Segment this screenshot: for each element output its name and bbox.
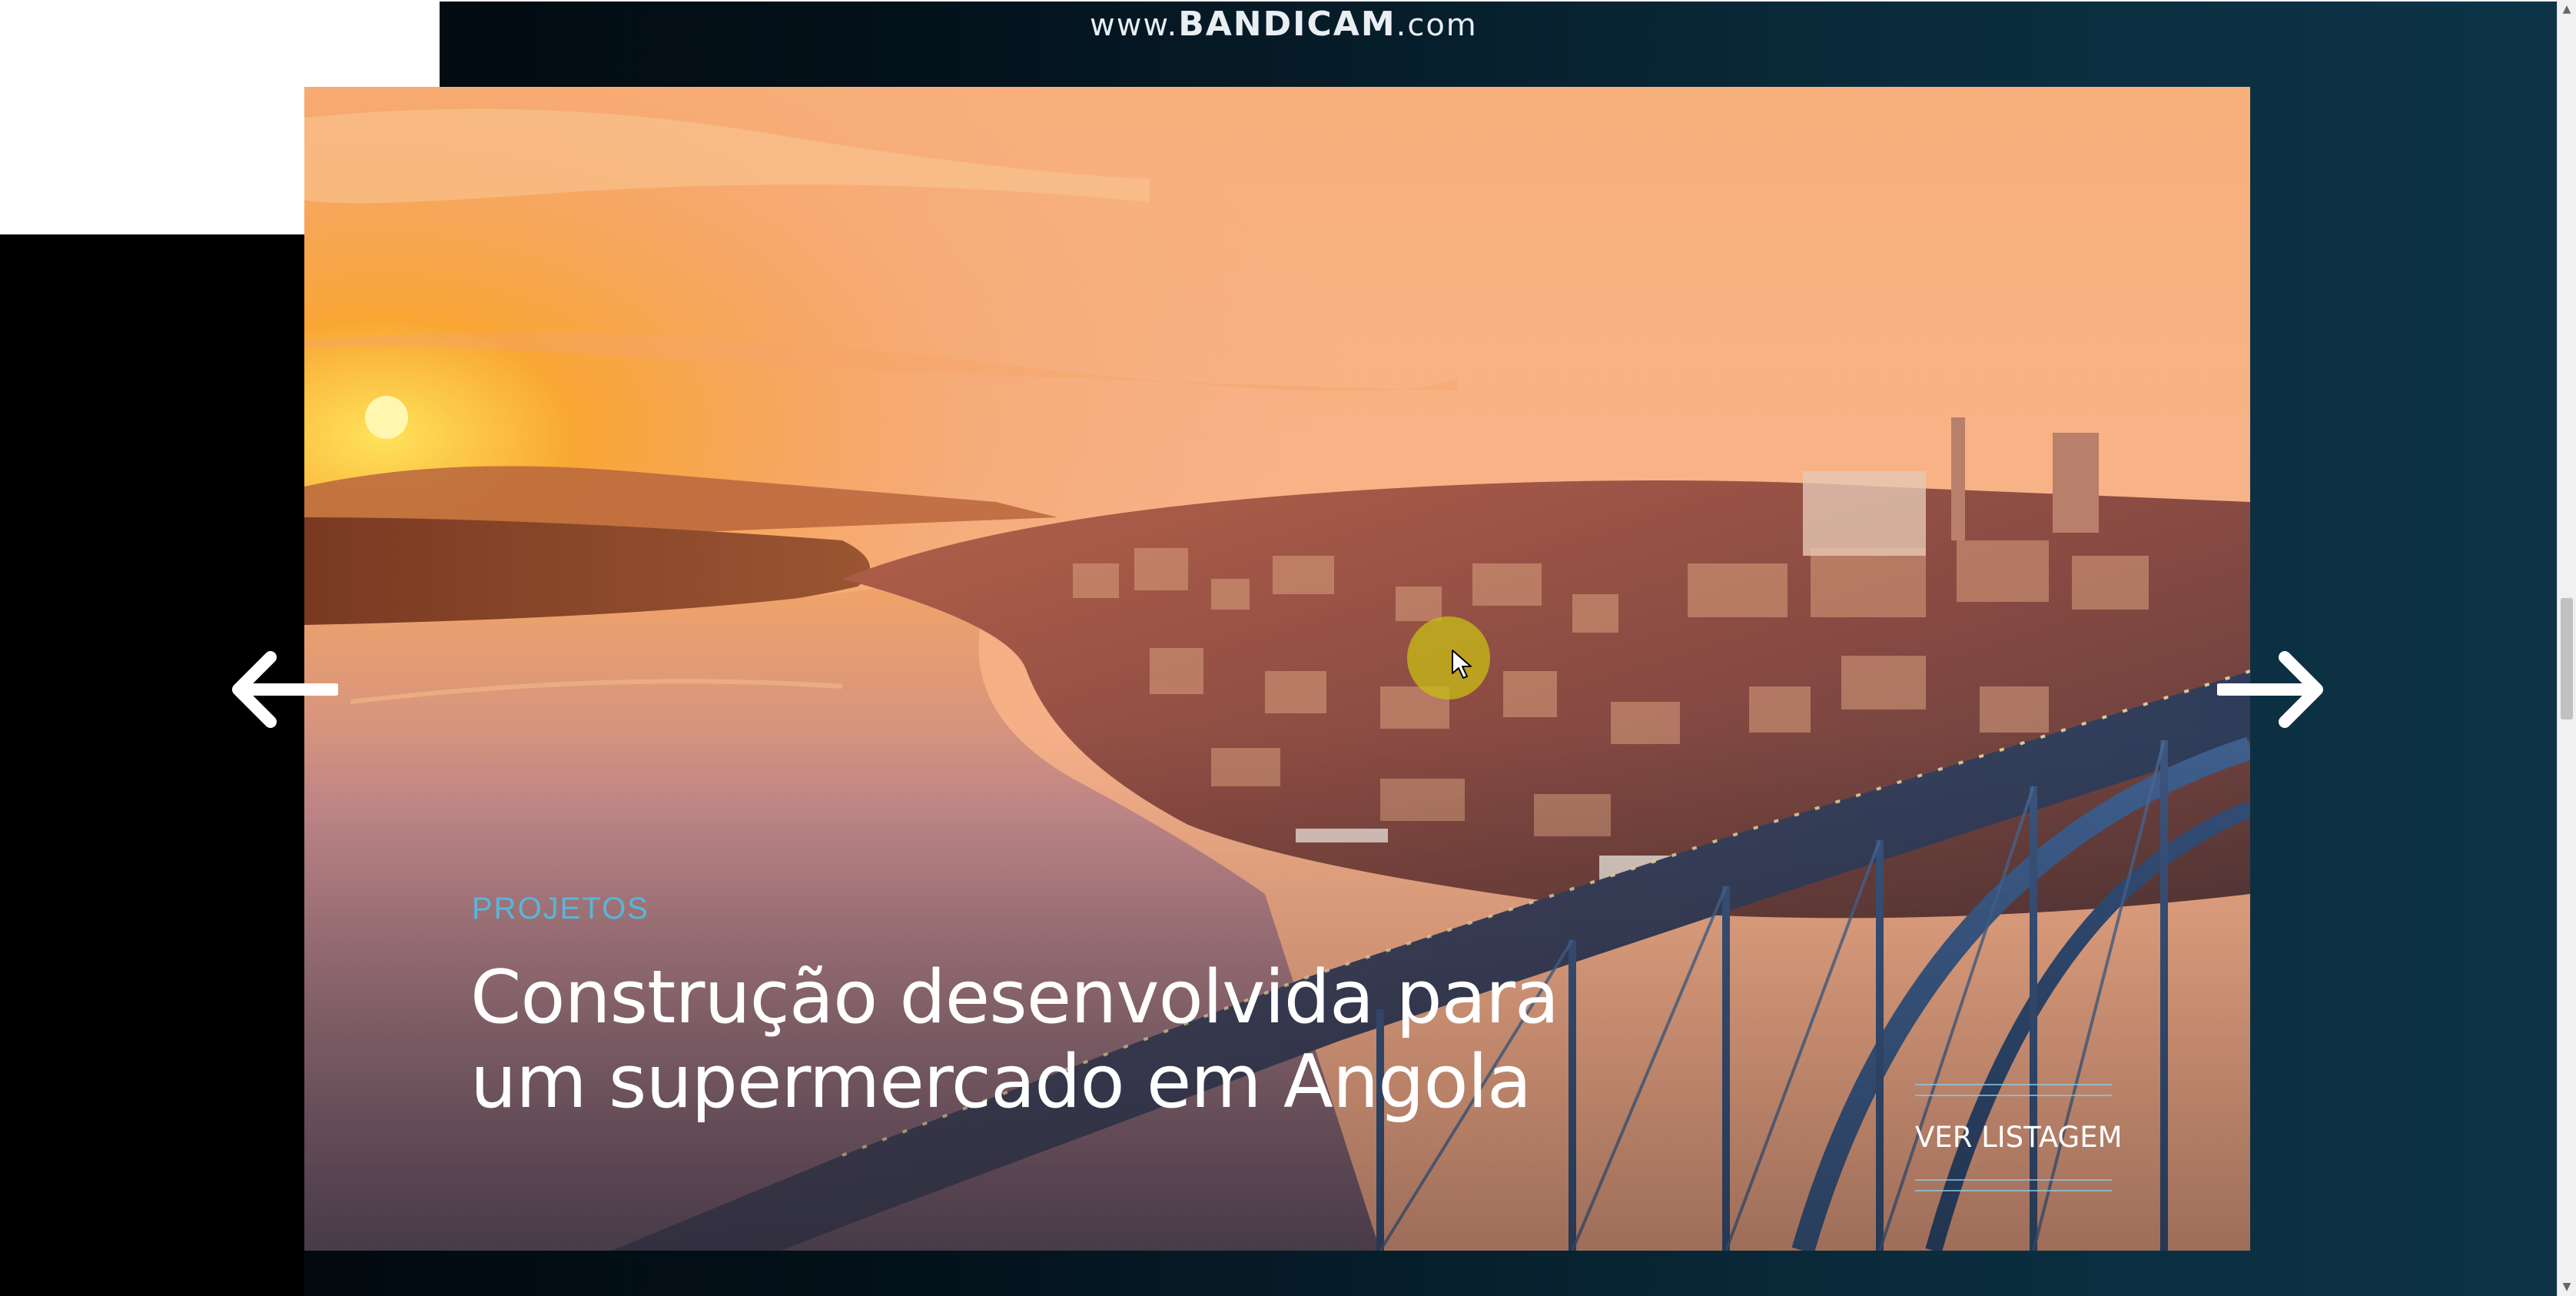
watermark-prefix: www. xyxy=(1090,8,1179,43)
page-scrollbar[interactable]: ▲ ▼ xyxy=(2557,0,2576,1296)
left-dark-panel xyxy=(0,234,304,1296)
slide-title[interactable]: Construção desenvolvida para um supermer… xyxy=(470,955,1777,1125)
cta-top-rule-1 xyxy=(1915,1084,2112,1085)
arrow-left-icon xyxy=(232,651,341,728)
cta-bottom-rule-2 xyxy=(1915,1190,2112,1191)
scroll-down-icon[interactable]: ▼ xyxy=(2558,1278,2576,1296)
watermark-brand: BANDICAM xyxy=(1178,5,1396,44)
ver-listagem-label: VER LISTAGEM xyxy=(1915,1121,2123,1154)
scrollbar-thumb[interactable] xyxy=(2561,598,2573,719)
slide-category-label[interactable]: PROJETOS xyxy=(472,892,649,926)
recording-watermark: www.BANDICAM.com xyxy=(1090,5,1478,44)
slide-title-line-1: Construção desenvolvida para xyxy=(470,955,1559,1040)
mouse-pointer-icon xyxy=(1452,650,1472,679)
watermark-suffix: .com xyxy=(1396,8,1478,43)
slide-title-line-2: um supermercado em Angola xyxy=(470,1040,1532,1125)
hero-slide: PROJETOS Construção desenvolvida para um… xyxy=(304,87,2250,1251)
arrow-right-icon xyxy=(2214,651,2323,728)
cursor-click-highlight xyxy=(1407,616,1490,700)
cta-top-rule-2 xyxy=(1915,1095,2112,1096)
ver-listagem-button[interactable]: VER LISTAGEM xyxy=(1915,1073,2123,1207)
scroll-up-icon[interactable]: ▲ xyxy=(2558,0,2576,18)
previous-slide-button[interactable] xyxy=(231,650,341,729)
next-slide-button[interactable] xyxy=(2214,650,2325,729)
cta-bottom-rule-1 xyxy=(1915,1179,2112,1181)
